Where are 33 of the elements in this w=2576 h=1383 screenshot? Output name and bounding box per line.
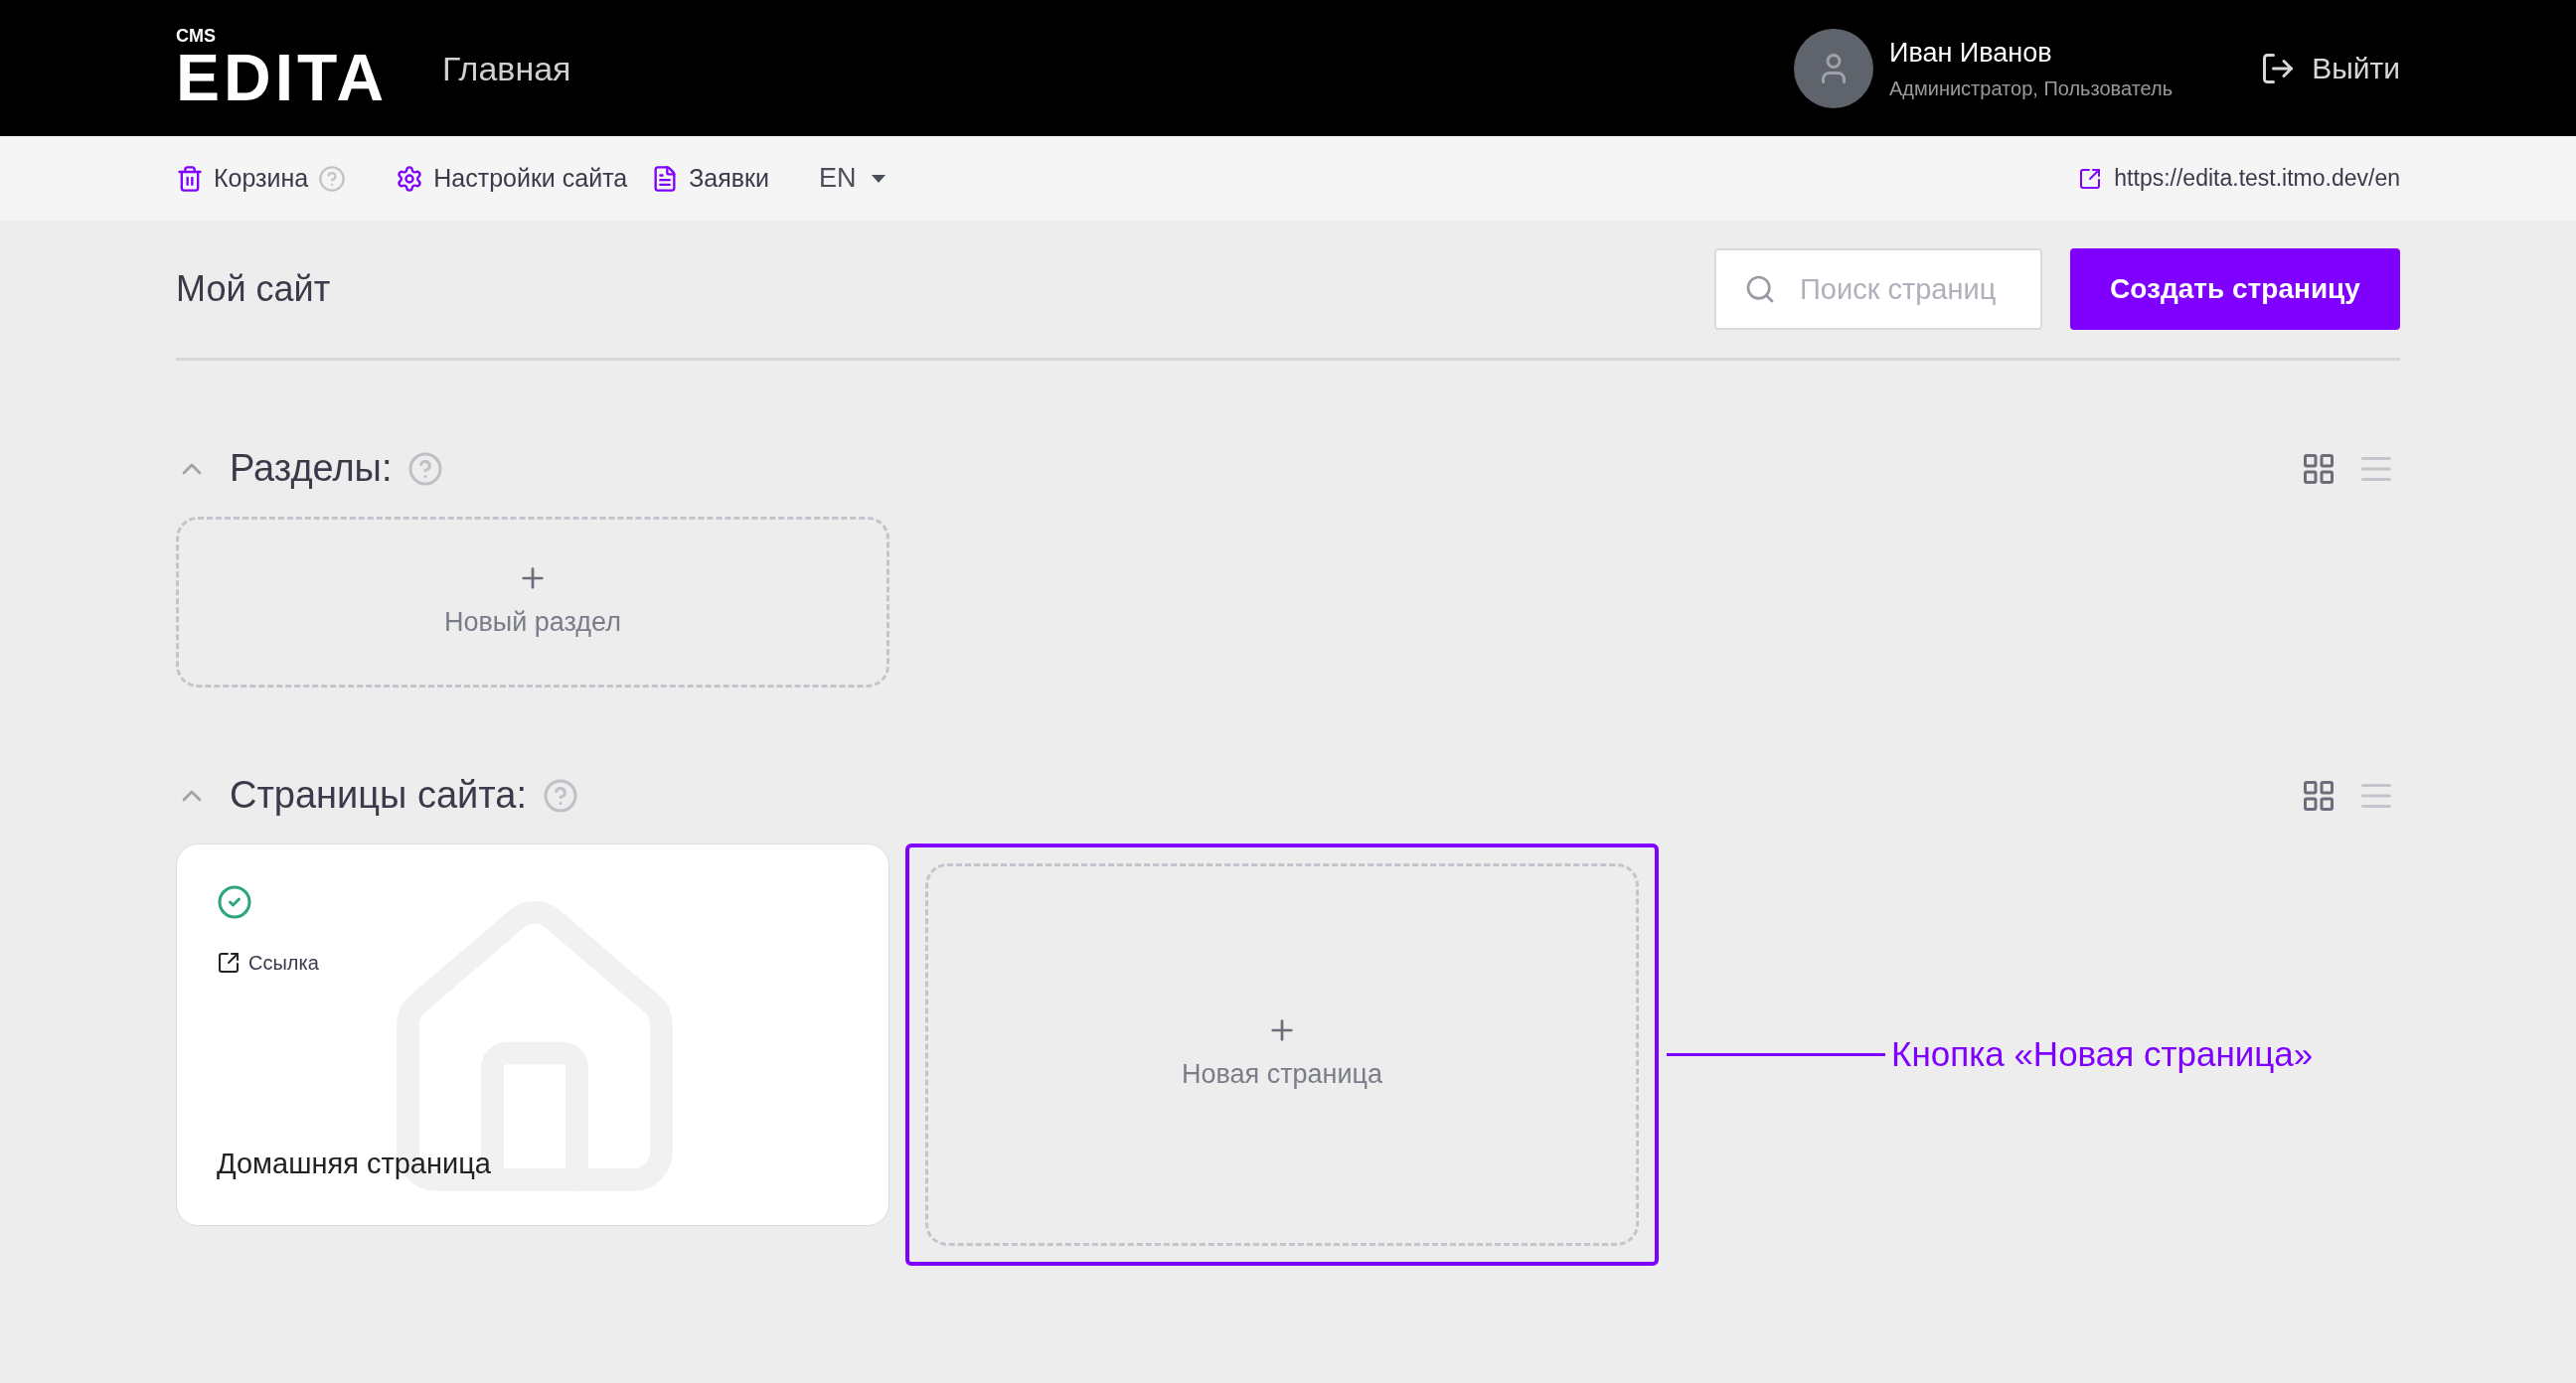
add-card[interactable]: Новая страница bbox=[925, 863, 1639, 1246]
external-link-icon bbox=[217, 951, 241, 975]
add-label: Новый раздел bbox=[444, 605, 621, 639]
user-roles: Администратор, Пользователь bbox=[1888, 76, 2174, 101]
trash-icon bbox=[176, 164, 204, 193]
help-icon[interactable] bbox=[407, 450, 444, 487]
logo: EDITA bbox=[176, 44, 389, 110]
toolbar-link[interactable]: Корзина bbox=[176, 159, 309, 198]
search-field[interactable]: Поиск страниц bbox=[1714, 248, 2042, 330]
add-label: Новая страница bbox=[1181, 1058, 1383, 1092]
logo-caption: CMS bbox=[176, 26, 217, 45]
toolbar-link[interactable]: Настройки сайта bbox=[396, 159, 628, 198]
gear-icon bbox=[396, 164, 424, 193]
user-name: Иван Иванов bbox=[1888, 37, 2053, 71]
help-icon[interactable] bbox=[543, 777, 578, 814]
page-link[interactable]: Ссылка bbox=[217, 948, 319, 978]
site-link[interactable]: https://edita.test.itmo.dev/en bbox=[2078, 161, 2400, 196]
external-link-icon bbox=[2078, 166, 2103, 191]
section-title: Страницы сайта: bbox=[230, 773, 527, 818]
annotation-text: Кнопка «Новая страница» bbox=[1891, 1033, 2314, 1076]
page-heading: Главная bbox=[442, 48, 571, 89]
language-select[interactable]: EN bbox=[818, 158, 886, 199]
toolbar-link[interactable]: Заявки bbox=[651, 159, 769, 198]
section-title: Разделы: bbox=[230, 446, 393, 491]
help-icon[interactable] bbox=[318, 164, 347, 193]
page-card[interactable]: Ссылка Домашняя страница bbox=[176, 844, 889, 1226]
page-title: Домашняя страница bbox=[217, 1146, 492, 1181]
site-title: Мой сайт bbox=[176, 267, 331, 311]
caret-icon bbox=[872, 174, 886, 183]
add-card[interactable]: Новый раздел bbox=[176, 517, 889, 688]
search-icon bbox=[1744, 273, 1776, 305]
create-page-button[interactable]: Создать страницу bbox=[2070, 248, 2400, 330]
logout-button[interactable]: Выйти bbox=[2260, 46, 2400, 90]
